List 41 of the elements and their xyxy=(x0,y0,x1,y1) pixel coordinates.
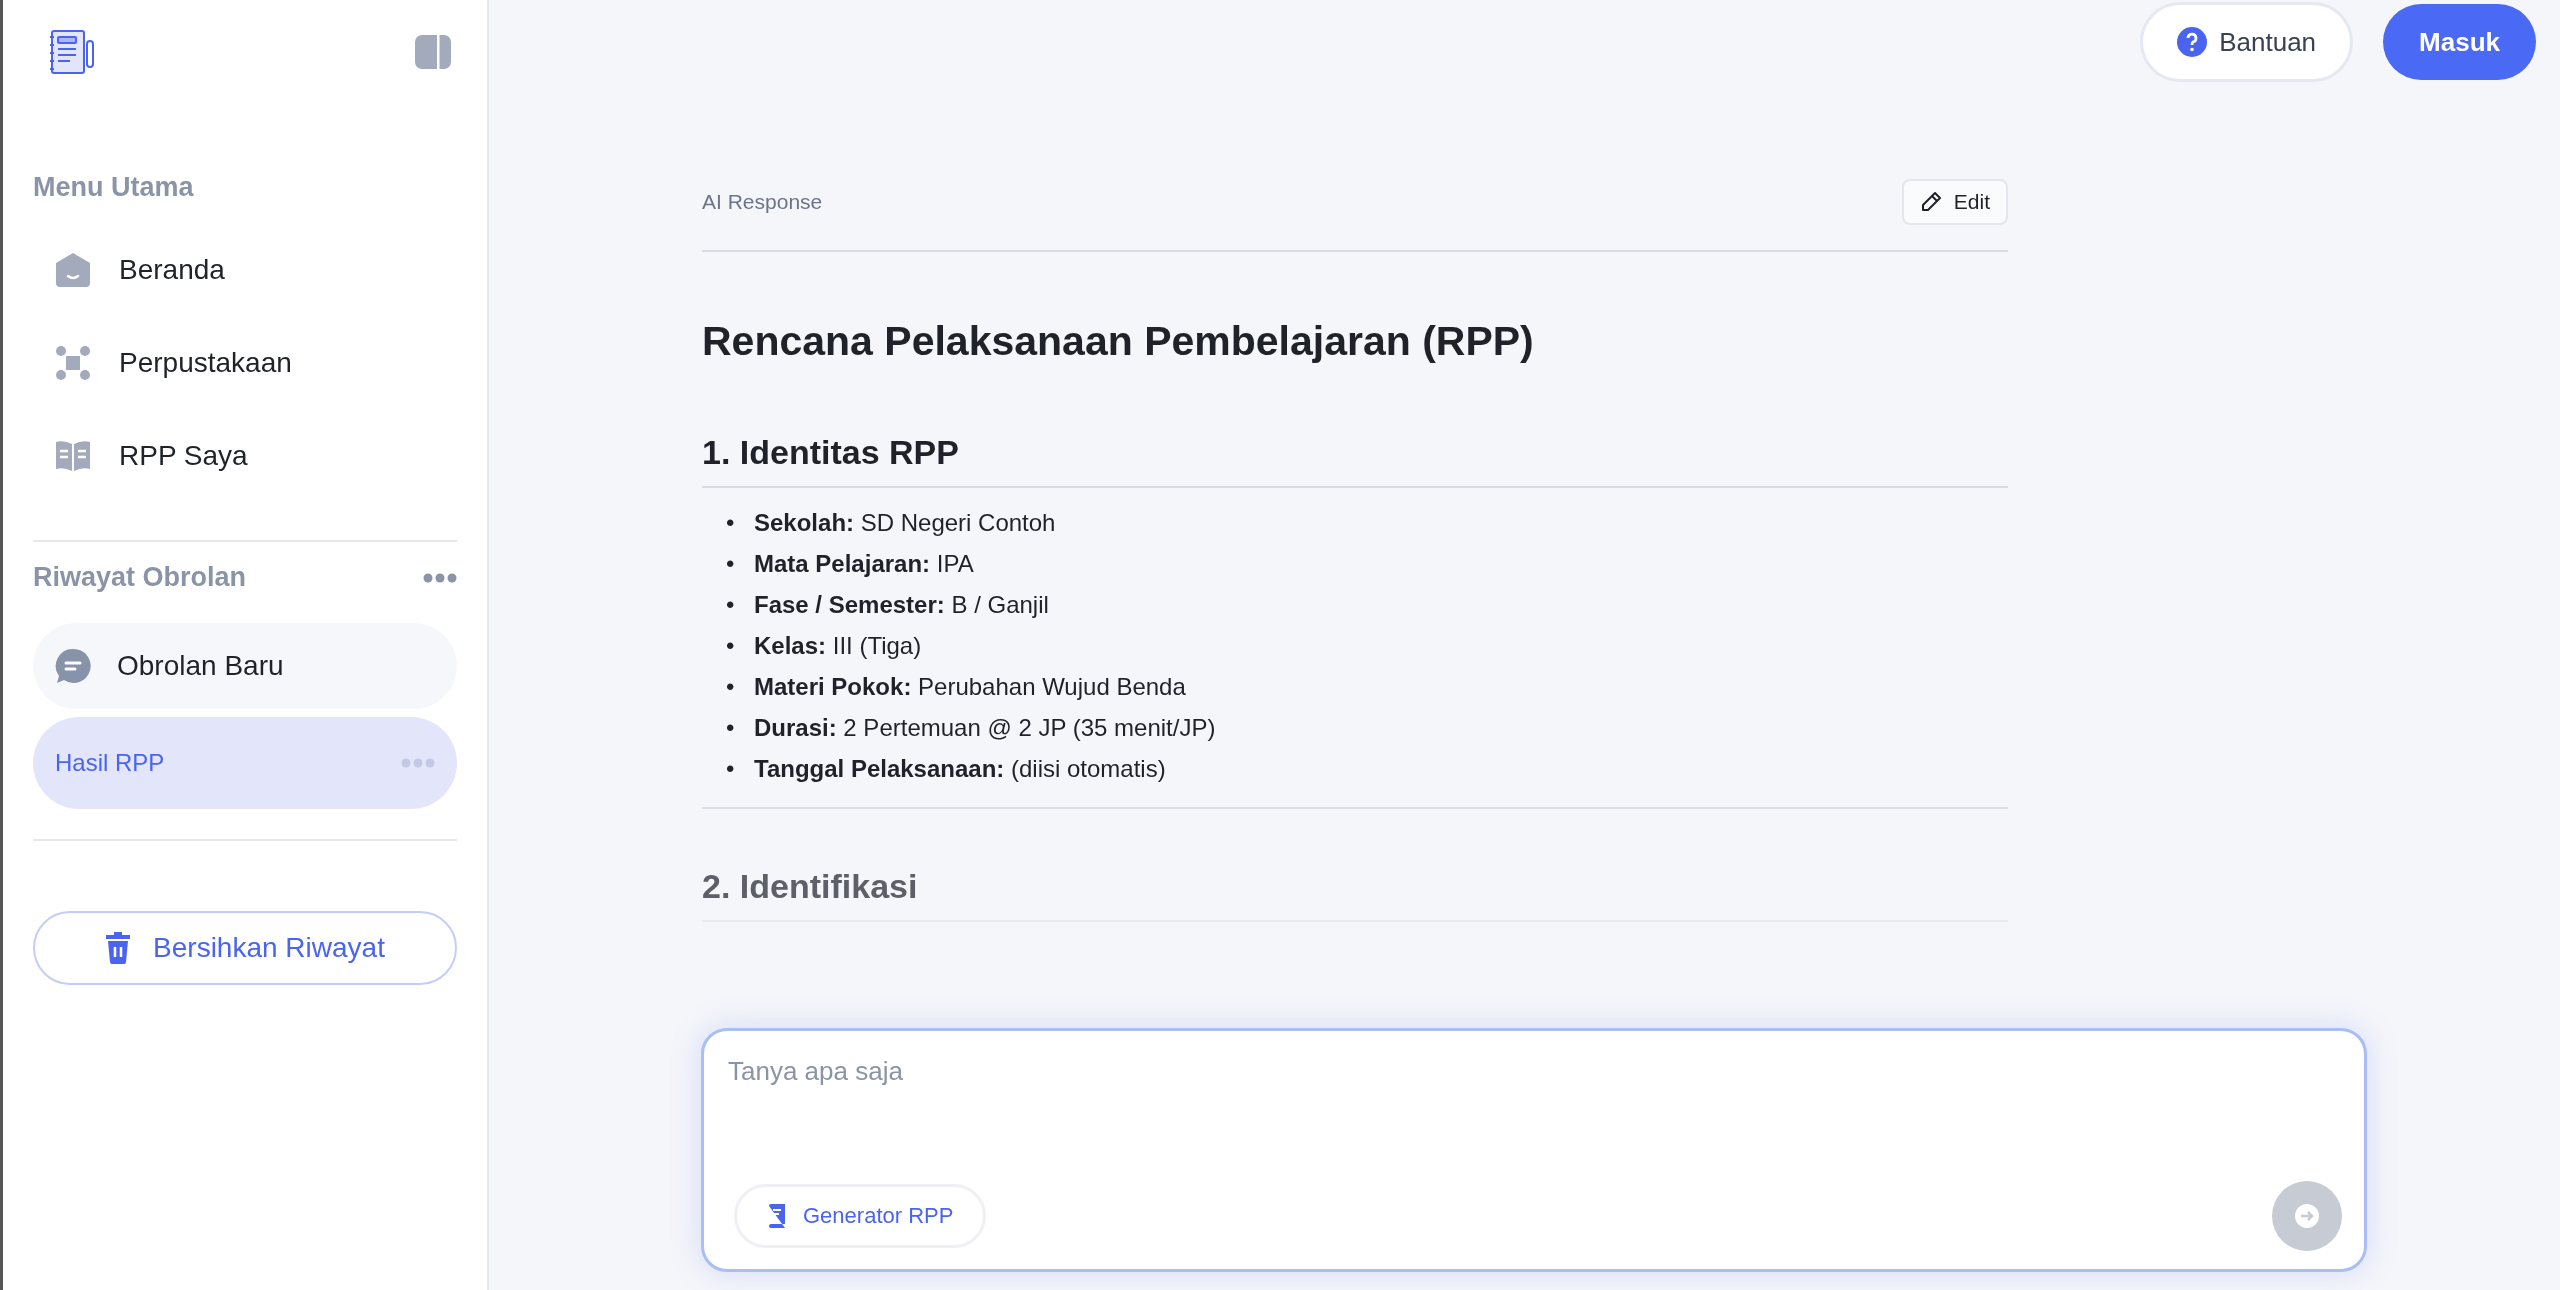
bullet: • xyxy=(726,549,736,579)
list-item: Materi Pokok: Perubahan Wujud Benda xyxy=(754,672,1186,702)
response-label: AI Response xyxy=(702,190,823,214)
menu-item[interactable]: Perpustakaan xyxy=(33,316,457,409)
bullet: • xyxy=(726,631,736,661)
pencil-icon xyxy=(1919,191,1942,213)
bullet: • xyxy=(726,508,736,538)
list-item: Kelas: III (Tiga) xyxy=(754,631,922,661)
nodes-icon xyxy=(55,344,91,381)
chat-bubble-icon xyxy=(55,648,91,684)
list-item: Tanggal Pelaksanaan: (diisi otomatis) xyxy=(754,754,1166,784)
chat-history-item[interactable]: Obrolan Baru xyxy=(33,623,457,709)
bullet: • xyxy=(726,590,736,620)
section-heading: 2. Identifikasi xyxy=(702,867,2008,922)
trash-icon xyxy=(105,932,132,964)
bullet: • xyxy=(726,713,736,743)
generator-chip[interactable]: Generator RPP xyxy=(734,1184,987,1248)
more-options-icon[interactable] xyxy=(401,758,435,768)
section-title: Menu Utama xyxy=(33,172,195,203)
section-title: Riwayat Obrolan xyxy=(33,562,247,593)
home-icon xyxy=(55,251,91,288)
notebook-icon[interactable] xyxy=(49,29,95,75)
login-button[interactable]: Masuk xyxy=(2383,4,2536,80)
clear-history-button[interactable]: Bersihkan Riwayat xyxy=(33,911,457,985)
help-button[interactable]: Bantuan xyxy=(2140,2,2354,82)
document-title: Rencana Pelaksanaan Pembelajaran (RPP) xyxy=(702,318,1535,365)
chat-history-item[interactable]: Hasil RPP xyxy=(33,717,457,809)
section-heading: 1. Identitas RPP xyxy=(702,433,2008,488)
list-item: Sekolah: SD Negeri Contoh xyxy=(754,508,1056,538)
list-item: Mata Pelajaran: IPA xyxy=(754,549,974,579)
bullet: • xyxy=(726,754,736,784)
list-item: Fase / Semester: B / Ganjil xyxy=(754,590,1049,620)
list-item: Durasi: 2 Pertemuan @ 2 JP (35 menit/JP) xyxy=(754,713,1216,743)
help-icon xyxy=(2177,27,2208,57)
menu-item[interactable]: Beranda xyxy=(33,223,457,316)
more-options-icon[interactable] xyxy=(423,572,457,583)
sidebar-toggle-icon[interactable] xyxy=(415,35,451,69)
arrow-right-icon xyxy=(2295,1204,2319,1228)
edit-button[interactable]: Edit xyxy=(1901,179,2008,225)
bullet: • xyxy=(726,672,736,702)
menu-item[interactable]: RPP Saya xyxy=(33,409,457,502)
